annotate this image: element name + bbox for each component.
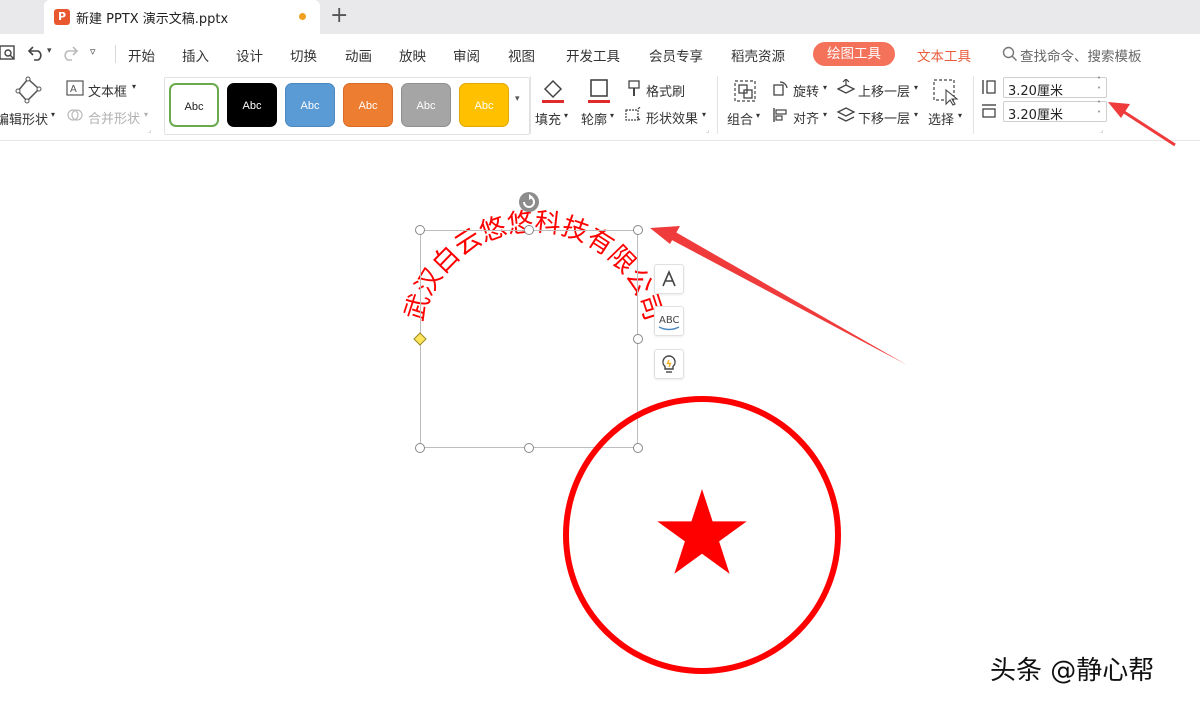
annotation-arrows bbox=[650, 102, 1176, 365]
arrow-to-selection bbox=[650, 226, 907, 365]
watermark-text: 头条 @静心帮 bbox=[990, 656, 1155, 686]
arrow-to-size-fields bbox=[1108, 102, 1176, 147]
